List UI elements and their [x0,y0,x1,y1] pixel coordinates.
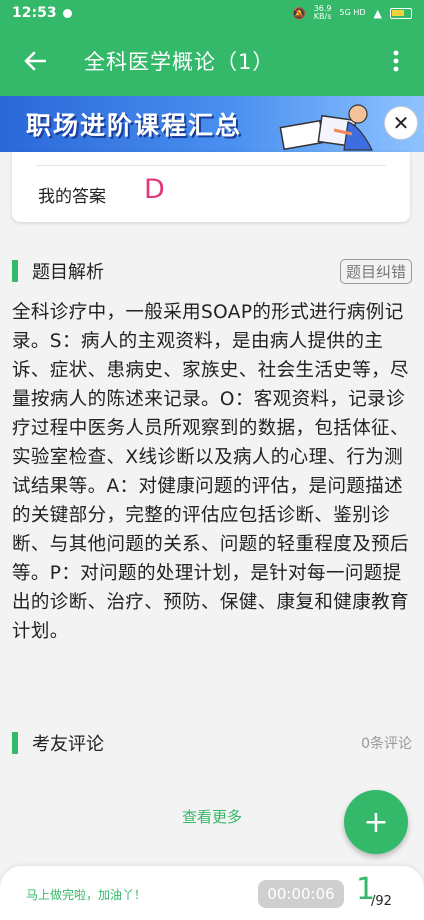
status-icons: 🔕 36.9 KB/s 5G HD ▲ [292,5,412,21]
comment-count: 0条评论 [361,736,412,752]
analysis-title: 题目解析 [32,262,104,283]
comments-header: 考友评论 0条评论 [12,729,412,757]
comments-title: 考友评论 [32,734,104,755]
net-speed: 36.9 KB/s [313,4,332,21]
report-error-button[interactable]: 题目纠错 [339,258,412,284]
analysis-header: 题目解析 题目纠错 [12,257,412,285]
banner-text: 职场进阶课程汇总 [26,111,243,140]
close-icon[interactable]: ✕ [384,106,418,140]
divider [36,165,386,166]
section-accent-bar [12,260,18,282]
promo-banner[interactable]: 职场进阶课程汇总 ✕ [0,96,424,152]
analysis-text: 全科诊疗中，一般采用SOAP的形式进行病例记录。S：病人的主观资料，是由病人提供… [12,302,409,642]
mute-icon: 🔕 [292,6,306,20]
page-title: 全科医学概论（1） [84,50,275,74]
wifi-icon: ▲ [373,6,382,20]
my-answer-card: 我的答案 D [12,152,410,222]
my-answer-label: 我的答案 [38,187,106,207]
timer: 00:00:06 [258,880,344,908]
reader-illustration [279,104,373,151]
battery-icon [390,7,412,19]
app-bar: 全科医学概论（1） [0,26,424,96]
total-questions: /92 [371,894,392,909]
status-bar: 12:53 🔕 36.9 KB/s 5G HD ▲ [0,0,424,26]
signal-icon: 5G HD [339,8,366,17]
more-vert-icon[interactable] [368,50,424,72]
plus-icon: + [363,804,389,840]
status-time: 12:53 [12,5,57,21]
section-accent-bar [12,732,18,754]
bottom-bar: 马上做完啦，加油丫！ 00:00:06 1 /92 [0,866,424,920]
back-arrow-icon[interactable] [0,26,70,96]
my-answer-value: D [144,174,165,205]
chat-notification-icon [62,8,72,18]
encouragement-text: 马上做完啦，加油丫！ [26,888,147,902]
add-comment-button[interactable]: + [344,790,408,854]
